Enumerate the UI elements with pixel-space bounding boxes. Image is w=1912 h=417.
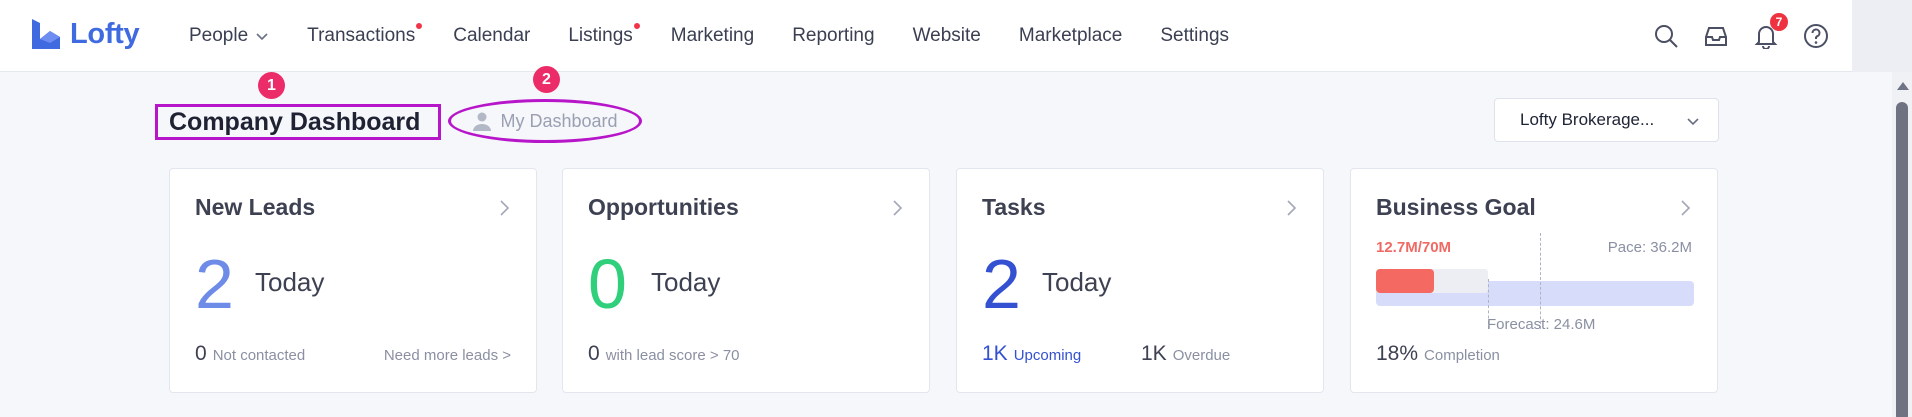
goal-forecast-value: Forecast: 24.6M <box>1487 316 1596 333</box>
card-title: Business Goal <box>1376 194 1536 220</box>
need-more-leads-link[interactable]: Need more leads > <box>384 347 511 364</box>
stat-label: Overdue <box>1172 347 1231 364</box>
opportunities-count[interactable]: 0 <box>588 244 627 324</box>
lofty-logo-icon <box>32 19 60 49</box>
lead-score-stat[interactable]: 0 with lead score > 70 <box>588 342 740 366</box>
brokerage-select[interactable]: Lofty Brokerage... <box>1494 98 1719 142</box>
nav-item-label: Reporting <box>792 25 875 46</box>
page-title[interactable]: Company Dashboard <box>169 108 420 137</box>
tasks-count[interactable]: 2 <box>982 244 1021 324</box>
nav-item-reporting[interactable]: Reporting <box>792 25 874 47</box>
today-label: Today <box>651 267 721 297</box>
tab-my-dashboard-label: My Dashboard <box>500 110 618 131</box>
chevron-right-icon[interactable] <box>1679 199 1691 217</box>
notification-count-badge: 7 <box>1770 13 1788 31</box>
search-icon <box>1655 25 1678 48</box>
stat-value: 18% <box>1376 342 1419 365</box>
brand-name: Lofty <box>70 17 140 50</box>
scrollbar-thumb[interactable] <box>1896 102 1908 417</box>
chevron-right-icon[interactable] <box>891 199 903 217</box>
pace-marker-line <box>1540 233 1541 329</box>
today-label: Today <box>1042 267 1112 297</box>
nav-item-transactions[interactable]: Transactions <box>307 23 423 47</box>
not-contacted-stat[interactable]: 0 Not contacted <box>195 342 305 366</box>
nav-item-label: Listings <box>568 25 633 46</box>
brand-logo[interactable]: Lofty <box>30 17 140 51</box>
nav-item-label: Transactions <box>307 25 416 46</box>
goal-progress-value: 12.7M/70M <box>1376 239 1452 256</box>
stat-value: 0 <box>195 342 207 365</box>
stat-label: Upcoming <box>1013 347 1082 364</box>
help-button[interactable] <box>1802 22 1830 50</box>
nav-item-label: Settings <box>1160 25 1230 46</box>
annotation-box-company-dashboard: Company Dashboard <box>155 104 441 140</box>
brokerage-select-value: Lofty Brokerage... <box>1520 110 1655 129</box>
overdue-stat[interactable]: 1K Overdue <box>1141 342 1230 366</box>
avatar[interactable] <box>1852 0 1912 72</box>
tab-my-dashboard[interactable]: My Dashboard <box>448 99 642 143</box>
stat-label: Not contacted <box>212 347 306 364</box>
goal-progress-bar <box>1376 269 1434 293</box>
stat-value: 0 <box>588 342 600 365</box>
nav-item-marketing[interactable]: Marketing <box>671 25 754 47</box>
notification-dot <box>633 23 640 29</box>
tasks-card: Tasks 2 Today 1K Upcoming 1K Overdue <box>956 168 1324 393</box>
inbox-button[interactable] <box>1702 22 1730 50</box>
notifications-button[interactable]: 7 <box>1752 13 1788 50</box>
upcoming-stat[interactable]: 1K Upcoming <box>982 342 1081 366</box>
nav-item-label: People <box>189 25 249 46</box>
nav-item-calendar[interactable]: Calendar <box>453 25 530 47</box>
stat-value: 1K <box>982 342 1008 365</box>
business-goal-card: Business Goal 12.7M/70M Pace: 36.2M Fore… <box>1350 168 1718 393</box>
stat-value: 1K <box>1141 342 1167 365</box>
user-icon <box>473 112 492 131</box>
vertical-scrollbar[interactable] <box>1892 72 1912 417</box>
toolbar: 7 <box>1652 0 1912 72</box>
opportunities-card: Opportunities 0 Today 0 with lead score … <box>562 168 930 393</box>
nav-item-label: Marketing <box>670 25 755 46</box>
nav-item-label: Website <box>912 25 981 46</box>
top-navigation: Lofty People Transactions Calendar Listi… <box>0 0 1912 72</box>
annotation-marker-1: 1 <box>258 72 285 99</box>
card-title: New Leads <box>195 194 316 220</box>
nav-item-people[interactable]: People <box>189 25 269 47</box>
nav-item-settings[interactable]: Settings <box>1160 25 1229 47</box>
stat-label: Completion <box>1424 347 1500 364</box>
new-leads-card: New Leads 2 Today 0 Not contacted Need m… <box>169 168 537 393</box>
stat-label: with lead score > 70 <box>605 347 740 364</box>
nav-item-listings[interactable]: Listings <box>568 23 640 47</box>
today-label: Today <box>255 267 325 297</box>
annotation-marker-2: 2 <box>533 66 560 93</box>
help-icon <box>1804 24 1828 48</box>
goal-pace-value: Pace: 36.2M <box>1607 239 1692 256</box>
search-button[interactable] <box>1652 22 1680 50</box>
chevron-down-icon <box>1687 118 1699 126</box>
nav-item-marketplace[interactable]: Marketplace <box>1019 25 1123 47</box>
nav-item-label: Marketplace <box>1018 25 1123 46</box>
scroll-up-arrow-icon[interactable] <box>1897 82 1909 90</box>
new-leads-count[interactable]: 2 <box>195 244 234 324</box>
chevron-down-icon <box>256 33 268 41</box>
chevron-right-icon[interactable] <box>1285 199 1297 217</box>
inbox-icon <box>1705 27 1727 46</box>
nav-item-website[interactable]: Website <box>913 25 981 47</box>
chevron-right-icon[interactable] <box>498 199 510 217</box>
nav-item-label: Calendar <box>453 25 531 46</box>
card-title: Opportunities <box>588 194 739 220</box>
main-nav: People Transactions Calendar Listings Ma… <box>189 0 1267 72</box>
completion-stat[interactable]: 18% Completion <box>1376 342 1500 366</box>
notification-dot <box>416 23 423 29</box>
card-title: Tasks <box>982 194 1046 220</box>
